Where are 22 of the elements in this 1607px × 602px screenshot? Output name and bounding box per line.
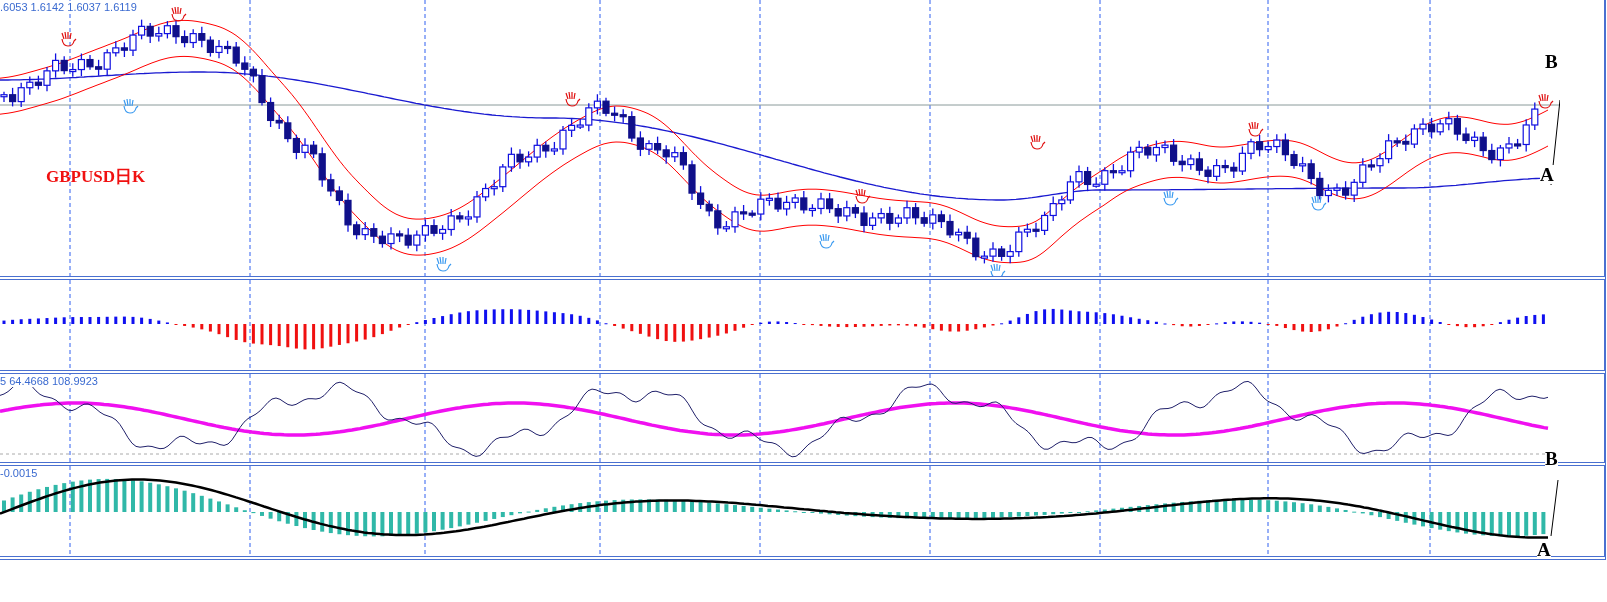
hand-icon: [61, 31, 77, 47]
symbol-label: GBPUSD日K: [46, 166, 146, 188]
annotation-letter: B: [1545, 52, 1558, 71]
hand-icon: [990, 263, 1006, 276]
price-readout: .6053 1.6142 1.6037 1.6119: [0, 1, 137, 13]
oscillator-readout: 5 64.4668 108.9923: [0, 375, 98, 387]
hand-icon: [819, 233, 835, 249]
hand-icon: [1311, 195, 1327, 211]
hand-icon: [171, 6, 187, 22]
hand-icon: [1163, 190, 1179, 206]
hand-icon: [1248, 121, 1264, 137]
hand-icon: [436, 256, 452, 272]
hand-icon: [855, 188, 871, 204]
hand-icon: [1030, 134, 1046, 150]
hand-icon: [565, 91, 581, 107]
trend-line: [1550, 479, 1559, 537]
hand-icon: [1538, 93, 1554, 109]
annotation-letter: B: [1545, 449, 1558, 468]
annotation-letter: A: [1540, 165, 1554, 184]
annotation-letter: A: [1537, 540, 1551, 559]
macd-readout: -0.0015: [0, 467, 38, 479]
hand-icon: [123, 98, 139, 114]
